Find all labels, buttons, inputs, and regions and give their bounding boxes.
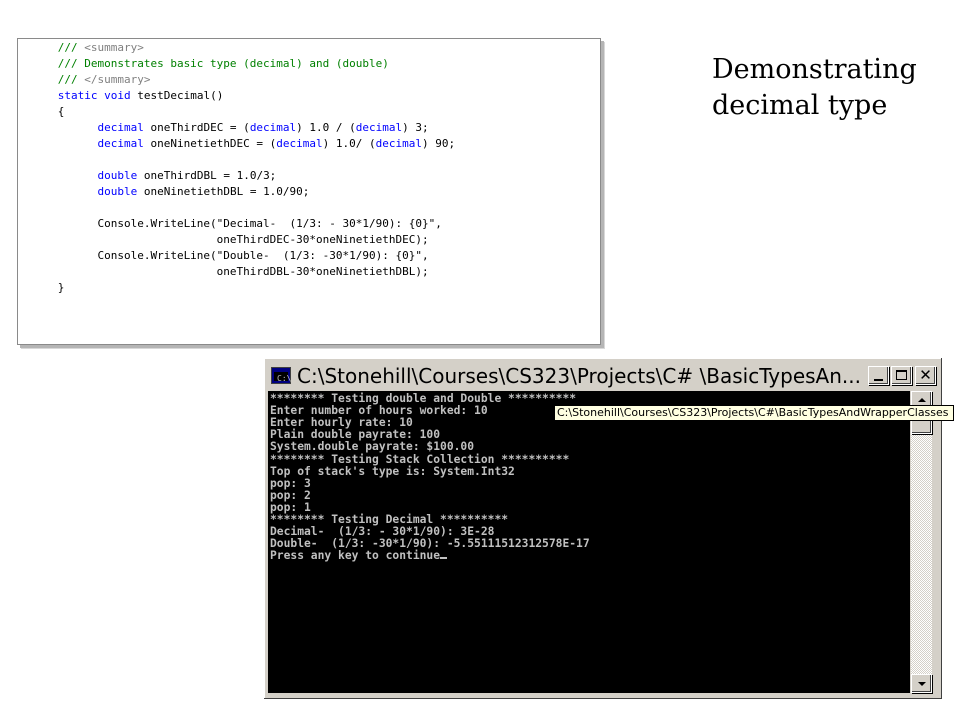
code-token: /// bbox=[18, 73, 85, 86]
code-line: oneThirdDBL-30*oneNinetiethDBL); bbox=[18, 264, 429, 280]
code-token: oneThirdDEC = ( bbox=[143, 121, 250, 134]
code-token: double bbox=[97, 185, 138, 198]
code-line: oneThirdDEC-30*oneNinetiethDEC); bbox=[18, 232, 429, 248]
code-line: } bbox=[18, 280, 65, 296]
minimize-button[interactable] bbox=[868, 366, 889, 385]
code-token: decimal bbox=[97, 121, 144, 134]
code-token: void bbox=[104, 89, 131, 102]
maximize-icon bbox=[896, 370, 907, 380]
close-icon: ✕ bbox=[919, 366, 932, 384]
path-tooltip: C:\Stonehill\Courses\CS323\Projects\C#\B… bbox=[554, 405, 954, 421]
code-line: double oneNinetiethDBL = 1.0/90; bbox=[18, 184, 309, 200]
console-app-icon-glyph: C:\ bbox=[277, 374, 292, 383]
console-line: Top of stack's type is: System.Int32 bbox=[270, 464, 515, 478]
vertical-scrollbar[interactable] bbox=[911, 391, 932, 693]
console-output[interactable]: ******** Testing double and Double *****… bbox=[268, 391, 910, 693]
code-token: /// bbox=[18, 41, 85, 54]
code-token: oneNinetiethDBL = 1.0/90; bbox=[137, 185, 310, 198]
minimize-icon bbox=[874, 379, 883, 381]
maximize-button[interactable] bbox=[891, 366, 912, 385]
code-line: /// </summary> bbox=[18, 72, 151, 88]
code-panel: /// <summary> /// Demonstrates basic typ… bbox=[17, 38, 601, 345]
console-line: pop: 2 bbox=[270, 488, 311, 502]
code-token: <summary> bbox=[84, 41, 144, 54]
scroll-down-button[interactable] bbox=[911, 674, 932, 693]
code-token: } bbox=[18, 281, 65, 294]
console-app-icon[interactable]: C:\ bbox=[271, 367, 291, 384]
scrollbar-track[interactable] bbox=[911, 391, 932, 693]
code-line: Console.WriteLine("Double- (1/3: -30*1/9… bbox=[18, 248, 429, 264]
close-button[interactable]: ✕ bbox=[915, 366, 936, 385]
code-line: { bbox=[18, 104, 65, 120]
slide-title-line-2: decimal type bbox=[712, 90, 888, 121]
code-token: ) 1.0 / ( bbox=[296, 121, 356, 134]
console-line: System.double payrate: $100.00 bbox=[270, 440, 475, 454]
code-line: double oneThirdDBL = 1.0/3; bbox=[18, 168, 276, 184]
arrow-up-icon bbox=[918, 398, 926, 402]
code-token: ) 90; bbox=[422, 137, 456, 150]
text-cursor bbox=[440, 557, 448, 560]
code-token: Console.WriteLine("Decimal- (1/3: - 30*1… bbox=[18, 217, 442, 230]
code-line: /// <summary> bbox=[18, 40, 144, 56]
console-line: ******** Testing Stack Collection ******… bbox=[270, 452, 570, 466]
code-line: decimal oneNinetiethDEC = (decimal) 1.0/… bbox=[18, 136, 455, 152]
code-token: ) 3; bbox=[402, 121, 429, 134]
code-line: Console.WriteLine("Decimal- (1/3: - 30*1… bbox=[18, 216, 442, 232]
code-token: Console.WriteLine("Double- (1/3: -30*1/9… bbox=[18, 249, 429, 262]
code-token: /// Demonstrates basic type (decimal) an… bbox=[18, 57, 389, 70]
window-title: C:\Stonehill\Courses\CS323\Projects\C# \… bbox=[297, 364, 861, 388]
console-line: Press any key to continue bbox=[270, 550, 448, 562]
code-token: double bbox=[97, 169, 138, 182]
code-token: oneThirdDBL-30*oneNinetiethDBL); bbox=[18, 265, 429, 278]
code-token: ) 1.0/ ( bbox=[322, 137, 376, 150]
code-line: static void testDecimal() bbox=[18, 88, 224, 104]
arrow-down-icon bbox=[918, 682, 926, 686]
code-token: decimal bbox=[355, 121, 403, 134]
code-token: decimal bbox=[97, 137, 144, 150]
code-token: decimal bbox=[375, 137, 422, 150]
code-line: /// Demonstrates basic type (decimal) an… bbox=[18, 56, 389, 72]
slide-title-line-1: Demonstrating bbox=[712, 54, 917, 85]
code-token: oneThirdDBL = 1.0/3; bbox=[137, 169, 277, 182]
code-token: oneThirdDEC-30*oneNinetiethDEC); bbox=[18, 233, 429, 246]
code-token: decimal bbox=[276, 137, 323, 150]
window-titlebar[interactable]: C:\ C:\Stonehill\Courses\CS323\Projects\… bbox=[267, 361, 937, 391]
code-line: decimal oneThirdDEC = (decimal) 1.0 / (d… bbox=[18, 120, 429, 136]
code-token: decimal bbox=[249, 121, 297, 134]
slide-title: Demonstrating decimal type bbox=[712, 52, 942, 124]
console-line: pop: 3 bbox=[270, 476, 311, 490]
code-token: oneNinetiethDEC = ( bbox=[143, 137, 277, 150]
code-token: </summary> bbox=[84, 73, 151, 86]
code-token: static bbox=[57, 89, 98, 102]
code-token: { bbox=[18, 105, 65, 118]
code-token: testDecimal() bbox=[130, 89, 224, 102]
